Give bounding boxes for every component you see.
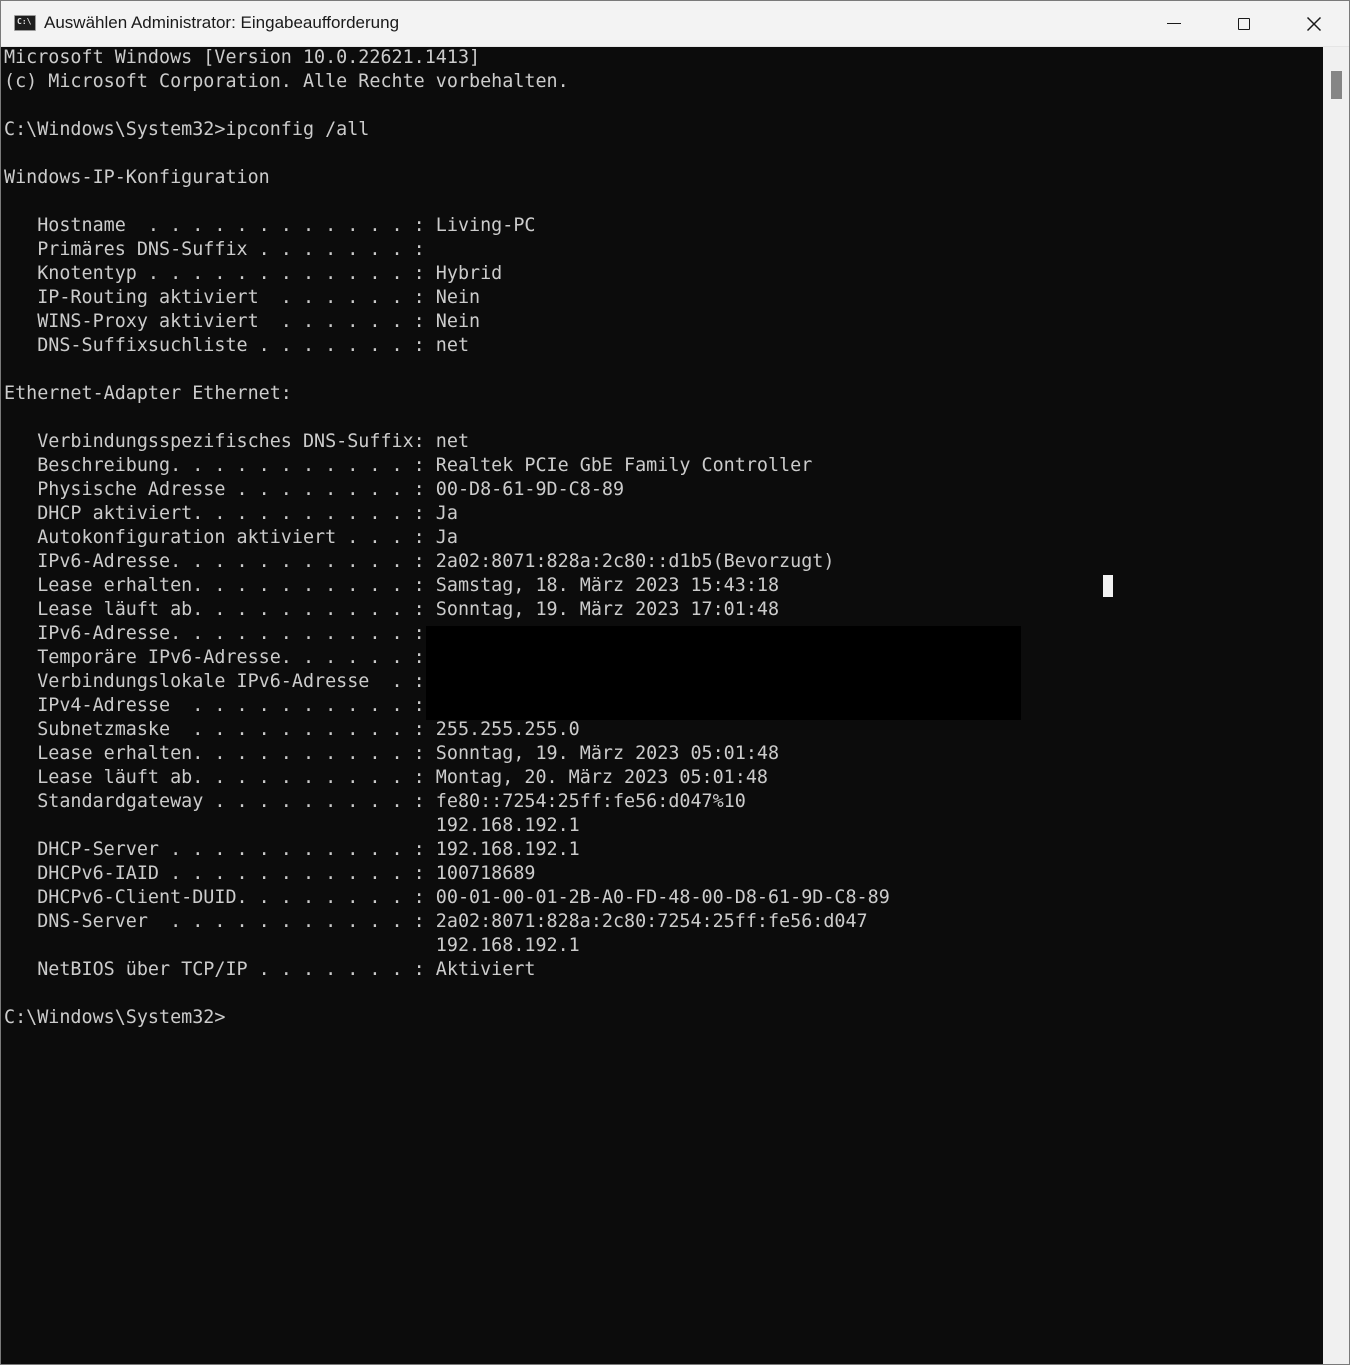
console-line: DHCP-Server . . . . . . . . . . . : 192.… — [4, 839, 580, 860]
console-line: IPv4-Adresse . . . . . . . . . . : — [4, 695, 425, 716]
console-line: Verbindungslokale IPv6-Adresse . : — [4, 671, 425, 692]
console-output[interactable]: Microsoft Windows [Version 10.0.22621.14… — [1, 47, 1323, 1364]
console-line: Lease läuft ab. . . . . . . . . . : Mont… — [4, 767, 768, 788]
close-button[interactable] — [1279, 1, 1349, 46]
console-line: DNS-Server . . . . . . . . . . . : 2a02:… — [4, 911, 868, 932]
console-line: NetBIOS über TCP/IP . . . . . . . : Akti… — [4, 959, 536, 980]
console-line: DNS-Suffixsuchliste . . . . . . . : net — [4, 335, 470, 356]
console-line: Lease erhalten. . . . . . . . . . : Sonn… — [4, 743, 780, 764]
console-line: Temporäre IPv6-Adresse. . . . . . : — [4, 647, 425, 668]
window-title: Auswählen Administrator: Eingabeaufforde… — [44, 13, 400, 32]
maximize-icon — [1238, 17, 1250, 30]
cmd-icon: C:\ — [14, 15, 36, 31]
console-line: Knotentyp . . . . . . . . . . . . : Hybr… — [4, 263, 503, 284]
console-line: Lease erhalten. . . . . . . . . . : Sams… — [4, 575, 780, 596]
minimize-button[interactable] — [1139, 1, 1209, 46]
console-line: Verbindungsspezifisches DNS-Suffix: net — [4, 431, 470, 452]
console-line: 192.168.192.1 — [4, 815, 580, 836]
console-line: IP-Routing aktiviert . . . . . . : Nein — [4, 287, 481, 308]
console-line: Physische Adresse . . . . . . . . : 00-D… — [4, 479, 625, 500]
maximize-button[interactable] — [1209, 1, 1279, 46]
console-line: 192.168.192.1 — [4, 935, 580, 956]
console-line: Subnetzmaske . . . . . . . . . . : 255.2… — [4, 719, 580, 740]
console-line: Ethernet-Adapter Ethernet: — [4, 383, 292, 404]
console-line: C:\Windows\System32> — [4, 1007, 226, 1028]
console-line: WINS-Proxy aktiviert . . . . . . : Nein — [4, 311, 481, 332]
console-line: (c) Microsoft Corporation. Alle Rechte v… — [4, 71, 569, 92]
command-prompt-window: C:\ Auswählen Administrator: Eingabeauff… — [0, 0, 1350, 1365]
cmd-icon-glyph: C:\ — [17, 17, 32, 26]
console-line: Windows-IP-Konfiguration — [4, 167, 270, 188]
console-line: DHCP aktiviert. . . . . . . . . . : Ja — [4, 503, 458, 524]
redacted-block — [426, 626, 1021, 720]
console-line: Microsoft Windows [Version 10.0.22621.14… — [4, 47, 481, 68]
title-bar[interactable]: C:\ Auswählen Administrator: Eingabeauff… — [1, 1, 1349, 47]
console-line: Lease läuft ab. . . . . . . . . . : Sonn… — [4, 599, 780, 620]
vertical-scrollbar[interactable] — [1323, 47, 1349, 1364]
console-line: Hostname . . . . . . . . . . . . : Livin… — [4, 215, 536, 236]
close-icon — [1306, 16, 1322, 31]
console-line: Beschreibung. . . . . . . . . . . : Real… — [4, 455, 813, 476]
text-cursor — [1103, 575, 1113, 597]
console-line: DHCPv6-IAID . . . . . . . . . . . : 1007… — [4, 863, 536, 884]
console-line: C:\Windows\System32>ipconfig /all — [4, 119, 370, 140]
console-line: Primäres DNS-Suffix . . . . . . . : — [4, 239, 425, 260]
console-line: IPv6-Adresse. . . . . . . . . . . : — [4, 623, 425, 644]
minimize-icon — [1167, 23, 1181, 24]
console-line: IPv6-Adresse. . . . . . . . . . . : 2a02… — [4, 551, 835, 572]
console-line: DHCPv6-Client-DUID. . . . . . . . : 00-0… — [4, 887, 890, 908]
console-line: Standardgateway . . . . . . . . . : fe80… — [4, 791, 746, 812]
console-line: Autokonfiguration aktiviert . . . : Ja — [4, 527, 458, 548]
scrollbar-thumb[interactable] — [1331, 71, 1342, 99]
